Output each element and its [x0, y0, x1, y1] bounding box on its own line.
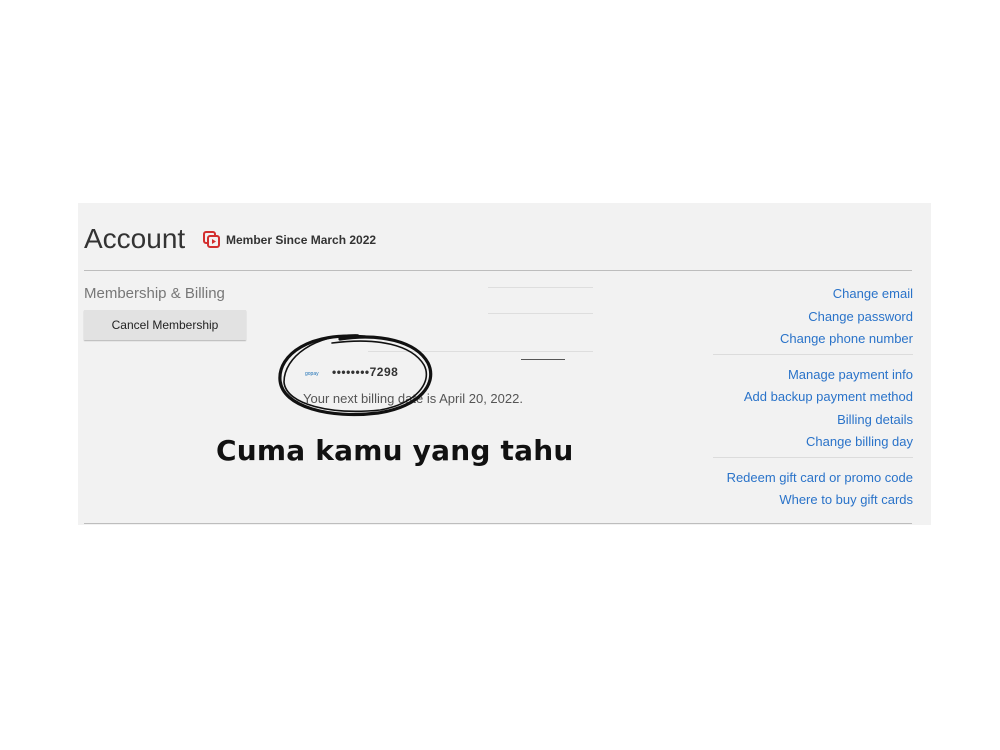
- divider: [713, 456, 913, 458]
- add-backup-payment-link[interactable]: Add backup payment method: [713, 386, 913, 409]
- member-badge-icon: [203, 231, 220, 248]
- divider: [84, 270, 912, 271]
- manage-payment-link[interactable]: Manage payment info: [713, 364, 913, 387]
- change-email-link[interactable]: Change email: [713, 283, 913, 306]
- member-since-text: Member Since March 2022: [226, 233, 377, 247]
- account-panel: Account Member Since March 2022 Membersh…: [78, 203, 931, 525]
- divider: [521, 359, 565, 360]
- account-links: Change email Change password Change phon…: [713, 283, 913, 512]
- page-title: Account: [84, 223, 186, 254]
- change-billing-day-link[interactable]: Change billing day: [713, 431, 913, 454]
- divider: [713, 353, 913, 355]
- buy-gift-cards-link[interactable]: Where to buy gift cards: [713, 489, 913, 512]
- cancel-membership-button[interactable]: Cancel Membership: [84, 310, 246, 340]
- divider: [488, 313, 593, 314]
- divider: [488, 287, 593, 288]
- change-phone-link[interactable]: Change phone number: [713, 328, 913, 351]
- billing-details-link[interactable]: Billing details: [713, 409, 913, 432]
- divider: [84, 523, 912, 524]
- caption-text: Cuma kamu yang tahu: [216, 434, 574, 467]
- redeem-gift-card-link[interactable]: Redeem gift card or promo code: [713, 467, 913, 490]
- section-label-membership: Membership & Billing: [84, 285, 225, 302]
- hand-drawn-circle: [278, 334, 433, 417]
- change-password-link[interactable]: Change password: [713, 306, 913, 329]
